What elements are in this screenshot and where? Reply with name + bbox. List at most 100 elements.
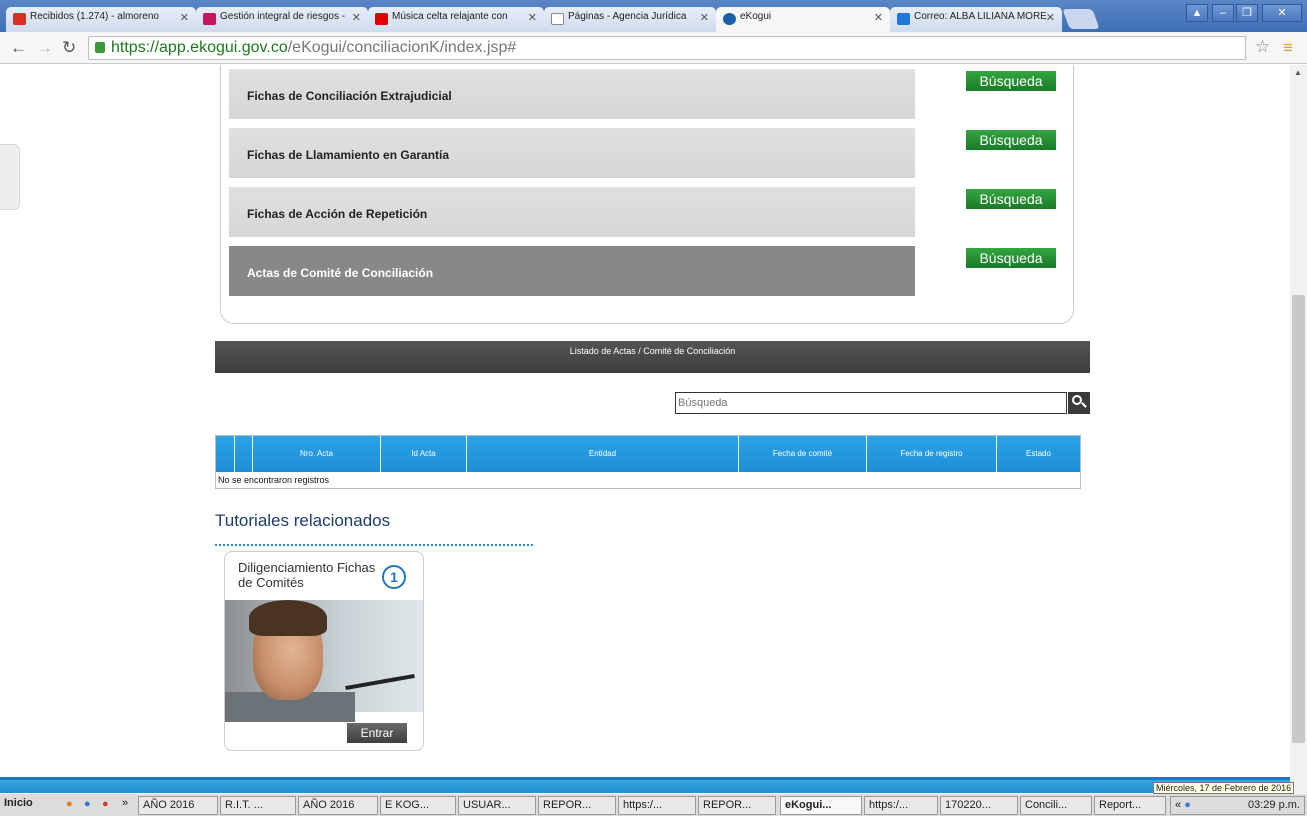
page-icon	[551, 13, 564, 25]
taskbar-item[interactable]: https:/...	[618, 796, 696, 815]
busqueda-button-repeticion[interactable]: Búsqueda	[966, 189, 1056, 209]
card-label: Fichas de Llamamiento en Garantía	[247, 148, 450, 162]
scroll-up-icon[interactable]: ▲	[1294, 68, 1302, 77]
card-accion-repeticion[interactable]: Fichas de Acción de Repetición	[229, 187, 915, 237]
browser-toolbar: ← → ↻ https://app.ekogui.gov.co/eKogui/c…	[0, 32, 1307, 64]
forward-arrow-icon[interactable]: →	[36, 38, 53, 58]
taskbar-item[interactable]: USUAR...	[458, 796, 536, 815]
tab-label: Recibidos (1.274) - almoreno	[30, 11, 159, 22]
chrome-icon[interactable]: ●	[66, 798, 73, 810]
gmail-icon	[13, 13, 26, 25]
column-id-acta[interactable]: Id Acta	[380, 436, 466, 472]
back-arrow-icon[interactable]: ←	[10, 38, 27, 58]
tutorials-divider	[215, 544, 533, 546]
tab-ekogui[interactable]: eKogui ✕	[716, 7, 890, 32]
tutorials-heading: Tutoriales relacionados	[215, 511, 391, 530]
mail-icon	[897, 13, 910, 25]
search-button[interactable]	[1068, 392, 1090, 414]
card-actas-comite[interactable]: Actas de Comité de Conciliación	[229, 246, 915, 296]
tutorial-photo	[225, 600, 423, 722]
taskbar-item[interactable]: Concili...	[1020, 796, 1092, 815]
url-host: https://app.ekogui.gov.co	[111, 39, 288, 56]
column-select[interactable]	[216, 436, 234, 472]
ie-icon[interactable]: ●	[84, 798, 91, 810]
grid-icon	[203, 13, 216, 25]
youtube-icon	[375, 13, 388, 25]
column-entidad[interactable]: Entidad	[466, 436, 738, 472]
tutorial-number-badge: 1	[382, 565, 406, 589]
card-label: Actas de Comité de Conciliación	[247, 266, 434, 280]
tab-correo[interactable]: Correo: ALBA LILIANA MORE ✕	[890, 7, 1062, 32]
taskbar-item[interactable]: AÑO 2016	[138, 796, 218, 815]
tutorial-title: Diligenciamiento Fichas de Comités	[238, 560, 376, 590]
entrar-button[interactable]: Entrar	[347, 723, 407, 743]
menu-icon[interactable]: ≡	[1283, 38, 1293, 58]
scrollbar-thumb[interactable]	[1292, 295, 1305, 743]
footer-strip	[0, 777, 1290, 793]
page-content: Fichas de Conciliación Extrajudicial Bús…	[0, 65, 1290, 778]
card-conciliacion-extrajudicial[interactable]: Fichas de Conciliación Extrajudicial	[229, 69, 915, 119]
table-header: Nro. Acta Id Acta Entidad Fecha de comit…	[216, 436, 1080, 472]
ekogui-icon	[723, 13, 736, 25]
close-icon[interactable]: ✕	[352, 11, 361, 24]
new-tab-button[interactable]	[1062, 9, 1100, 29]
close-icon[interactable]: ✕	[1046, 11, 1055, 24]
busqueda-button-actas[interactable]: Búsqueda	[966, 248, 1056, 268]
taskbar-item[interactable]: Report...	[1094, 796, 1166, 815]
side-handle[interactable]	[0, 144, 20, 210]
column-expand[interactable]	[234, 436, 252, 472]
taskbar-item[interactable]: R.I.T. ...	[220, 796, 296, 815]
tab-riesgos[interactable]: Gestión integral de riesgos - ✕	[196, 7, 368, 32]
close-window-button[interactable]: ✕	[1262, 4, 1302, 22]
tab-gmail[interactable]: Recibidos (1.274) - almoreno ✕	[6, 7, 196, 32]
taskbar-item[interactable]: REPOR...	[698, 796, 776, 815]
close-icon[interactable]: ✕	[874, 11, 883, 24]
bookmark-star-icon[interactable]: ☆	[1255, 37, 1270, 57]
network-icon[interactable]: ●	[1184, 799, 1191, 811]
date-tooltip: Miércoles, 17 de Febrero de 2016	[1153, 782, 1295, 794]
taskbar-item-active[interactable]: eKogui...	[780, 796, 862, 815]
card-llamamiento-garantia[interactable]: Fichas de Llamamiento en Garantía	[229, 128, 915, 178]
card-label: Fichas de Acción de Repetición	[247, 207, 428, 221]
clock[interactable]: 03:29 p.m.	[1248, 799, 1300, 811]
tab-label: Música celta relajante con	[392, 11, 508, 22]
taskbar-item[interactable]: REPOR...	[538, 796, 616, 815]
scrollbar[interactable]: ▲	[1290, 65, 1307, 793]
browser-tab-bar: Recibidos (1.274) - almoreno ✕ Gestión i…	[0, 0, 1307, 32]
list-title-bar: Listado de Actas / Comité de Conciliació…	[215, 341, 1090, 373]
tab-label: Correo: ALBA LILIANA MORE	[914, 11, 1047, 22]
tutorial-card[interactable]: Diligenciamiento Fichas de Comités 1 Ent…	[224, 551, 424, 751]
tray-expand-icon[interactable]: «	[1175, 799, 1181, 811]
microphone-icon	[345, 673, 415, 691]
taskbar-item[interactable]: https:/...	[864, 796, 938, 815]
reload-icon[interactable]: ↻	[62, 38, 76, 58]
tab-paginas[interactable]: Páginas - Agencia Jurídica ✕	[544, 7, 716, 32]
column-fecha-comite[interactable]: Fecha de comité	[738, 436, 866, 472]
minimize-button[interactable]: –	[1212, 4, 1234, 22]
lock-icon	[95, 42, 105, 53]
column-estado[interactable]: Estado	[996, 436, 1080, 472]
taskbar-item[interactable]: 170220...	[940, 796, 1018, 815]
taskbar-item[interactable]: E KOG...	[380, 796, 456, 815]
close-icon[interactable]: ✕	[528, 11, 537, 24]
column-fecha-registro[interactable]: Fecha de registro	[866, 436, 996, 472]
column-nro-acta[interactable]: Nro. Acta	[252, 436, 380, 472]
overflow-icon[interactable]: »	[122, 797, 128, 809]
search-input[interactable]	[675, 392, 1067, 414]
taskbar-item[interactable]: AÑO 2016	[298, 796, 378, 815]
user-icon[interactable]: ▲	[1186, 4, 1208, 22]
close-icon[interactable]: ✕	[180, 11, 189, 24]
maximize-button[interactable]: ❐	[1236, 4, 1258, 22]
busqueda-button-conciliacion[interactable]: Búsqueda	[966, 71, 1056, 91]
actas-table: Nro. Acta Id Acta Entidad Fecha de comit…	[215, 435, 1081, 489]
busqueda-button-llamamiento[interactable]: Búsqueda	[966, 130, 1056, 150]
address-bar[interactable]: https://app.ekogui.gov.co/eKogui/concili…	[88, 36, 1246, 60]
tab-musica[interactable]: Música celta relajante con ✕	[368, 7, 544, 32]
firefox-icon[interactable]: ●	[102, 798, 109, 810]
close-icon[interactable]: ✕	[700, 11, 709, 24]
url-path: /eKogui/conciliacionK/index.jsp#	[287, 39, 517, 56]
tab-label: eKogui	[740, 11, 772, 22]
system-tray: « ● 03:29 p.m.	[1170, 796, 1305, 815]
card-label: Fichas de Conciliación Extrajudicial	[247, 89, 452, 103]
start-button[interactable]: Inicio	[4, 797, 33, 809]
